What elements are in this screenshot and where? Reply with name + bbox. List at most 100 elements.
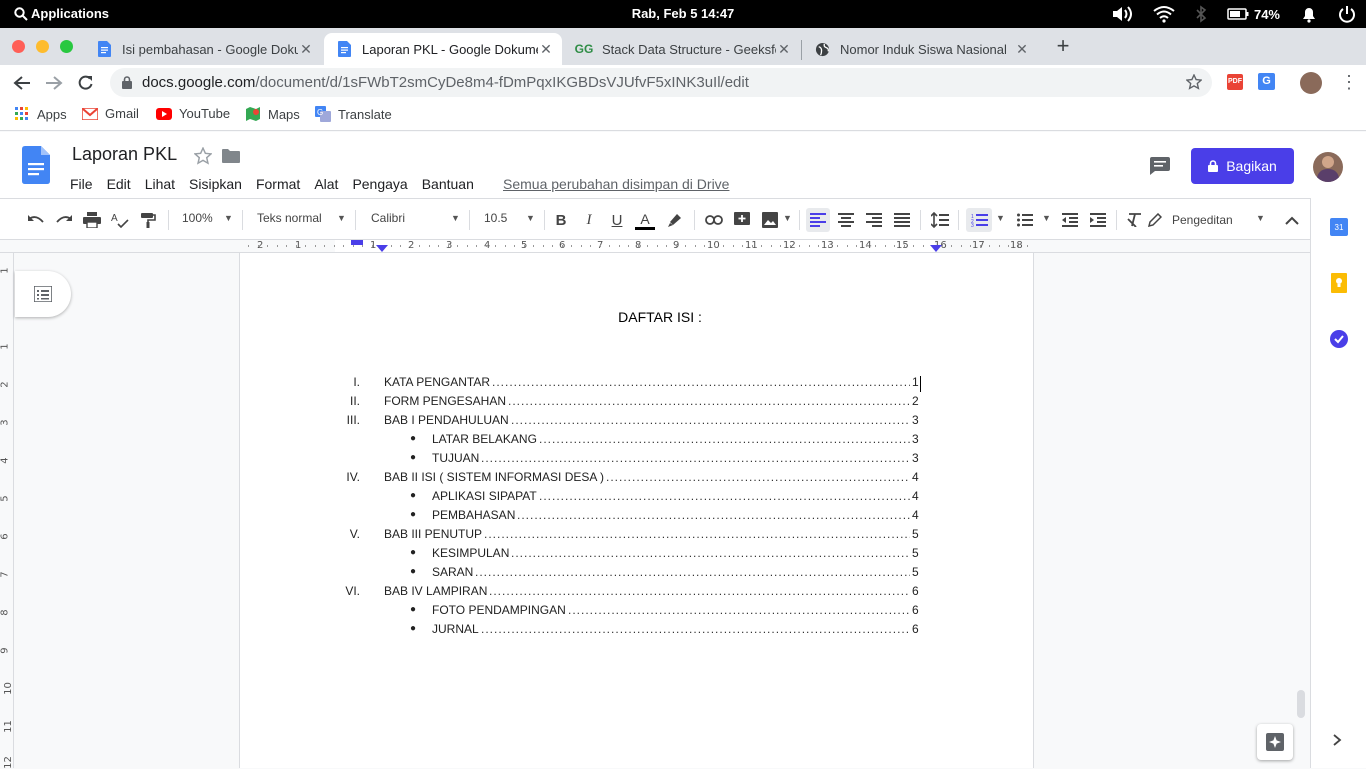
- font-size-select[interactable]: 10.5: [484, 211, 507, 225]
- align-right-button[interactable]: [862, 208, 886, 232]
- menu-tools[interactable]: Alat: [314, 176, 345, 192]
- document-page[interactable]: DAFTAR ISI : I. KATA PENGANTAR...........…: [239, 253, 1034, 768]
- spellcheck-button[interactable]: A: [108, 208, 132, 232]
- battery-indicator[interactable]: 74%: [1227, 7, 1280, 22]
- menu-view[interactable]: Lihat: [145, 176, 182, 192]
- tab-stack-data-structure[interactable]: GG Stack Data Structure - GeeksforGeeks …: [564, 33, 800, 65]
- share-button[interactable]: Bagikan: [1191, 148, 1294, 184]
- tasks-icon[interactable]: [1330, 330, 1348, 348]
- tab-nomor-induk[interactable]: Nomor Induk Siswa Nasional ✕: [802, 33, 1038, 65]
- highlight-color-button[interactable]: [663, 208, 687, 232]
- menu-addons[interactable]: Pengaya: [352, 176, 414, 192]
- close-tab-icon[interactable]: ✕: [1014, 41, 1030, 58]
- justify-button[interactable]: [890, 208, 914, 232]
- line-spacing-button[interactable]: [928, 208, 952, 232]
- toc-entry[interactable]: VI. BAB IV LAMPIRAN......................…: [240, 584, 1035, 603]
- print-button[interactable]: [80, 208, 104, 232]
- decrease-indent-button[interactable]: [1058, 208, 1082, 232]
- horizontal-ruler[interactable]: 21123456789101112131415161718: [0, 240, 1310, 253]
- lock-icon[interactable]: [122, 76, 132, 89]
- bookmark-apps[interactable]: Apps: [14, 106, 67, 122]
- toc-entry[interactable]: ● APLIKASI SIPAPAT.......................…: [240, 489, 1035, 508]
- bluetooth-icon[interactable]: [1195, 5, 1207, 23]
- zoom-select[interactable]: 100%: [182, 211, 213, 225]
- menu-file[interactable]: File: [70, 176, 100, 192]
- undo-button[interactable]: [24, 208, 48, 232]
- close-tab-icon[interactable]: ✕: [776, 41, 792, 58]
- increase-indent-button[interactable]: [1086, 208, 1110, 232]
- menu-format[interactable]: Format: [256, 176, 307, 192]
- calendar-icon[interactable]: 31: [1330, 218, 1348, 236]
- insert-link-button[interactable]: [702, 208, 726, 232]
- keep-icon[interactable]: [1331, 273, 1347, 293]
- first-line-indent-marker[interactable]: [351, 240, 363, 245]
- toc-entry[interactable]: ● KESIMPULAN.............................…: [240, 546, 1035, 565]
- close-tab-icon[interactable]: ✕: [298, 41, 314, 58]
- toc-entry[interactable]: V. BAB III PENUTUP.......................…: [240, 527, 1035, 546]
- scrollbar-thumb[interactable]: [1297, 690, 1305, 718]
- chevron-right-icon[interactable]: [1333, 734, 1342, 746]
- star-icon[interactable]: [194, 147, 212, 165]
- bookmark-gmail[interactable]: Gmail: [82, 106, 139, 121]
- bookmark-star-icon[interactable]: [1186, 74, 1202, 90]
- toc-entry[interactable]: I. KATA PENGANTAR........................…: [240, 375, 1035, 394]
- text-color-button[interactable]: A: [633, 208, 657, 232]
- google-docs-logo-icon[interactable]: [22, 146, 50, 184]
- window-maximize-button[interactable]: [60, 40, 73, 53]
- tab-laporan-pkl[interactable]: Laporan PKL - Google Dokumen ✕: [324, 33, 562, 65]
- bold-button[interactable]: B: [549, 208, 573, 232]
- font-select[interactable]: Calibri: [371, 211, 405, 225]
- extension-translate-icon[interactable]: G: [1258, 73, 1275, 90]
- menu-insert[interactable]: Sisipkan: [189, 176, 249, 192]
- numbered-list-button[interactable]: 123: [966, 208, 992, 232]
- toc-entry[interactable]: ● LATAR BELAKANG.........................…: [240, 432, 1035, 451]
- new-tab-button[interactable]: +: [1053, 35, 1073, 57]
- back-button[interactable]: [10, 71, 34, 95]
- address-bar[interactable]: docs.google.com/document/d/1sFWbT2smCyDe…: [110, 68, 1212, 97]
- browser-menu-icon[interactable]: ⋮: [1340, 72, 1358, 92]
- account-avatar[interactable]: [1313, 152, 1343, 182]
- menu-edit[interactable]: Edit: [107, 176, 138, 192]
- align-center-button[interactable]: [834, 208, 858, 232]
- comment-history-icon[interactable]: [1150, 157, 1170, 175]
- bookmark-maps[interactable]: Maps: [245, 106, 300, 122]
- volume-icon[interactable]: [1111, 5, 1133, 23]
- paragraph-style-select[interactable]: Teks normal: [257, 211, 322, 225]
- wifi-icon[interactable]: [1153, 5, 1175, 23]
- close-tab-icon[interactable]: ✕: [538, 41, 554, 58]
- vertical-ruler[interactable]: 1 1 2 3 4 5 6 7 8 9 10 11 12: [0, 253, 14, 769]
- document-title[interactable]: Laporan PKL: [72, 144, 177, 165]
- window-minimize-button[interactable]: [36, 40, 49, 53]
- window-close-button[interactable]: [12, 40, 25, 53]
- toc-entry[interactable]: III. BAB I PENDAHULUAN...................…: [240, 413, 1035, 432]
- forward-button[interactable]: [42, 71, 66, 95]
- toc-entry[interactable]: IV. BAB II ISI ( SISTEM INFORMASI DESA ).…: [240, 470, 1035, 489]
- underline-button[interactable]: U: [605, 208, 629, 232]
- toc-entry[interactable]: II. FORM PENGESAHAN......................…: [240, 394, 1035, 413]
- paint-format-button[interactable]: [136, 208, 160, 232]
- document-outline-button[interactable]: [15, 271, 71, 317]
- explore-button[interactable]: [1257, 724, 1293, 760]
- save-status-link[interactable]: Semua perubahan disimpan di Drive: [503, 176, 729, 192]
- notification-bell-icon[interactable]: [1300, 5, 1318, 23]
- bookmark-youtube[interactable]: YouTube: [156, 106, 230, 121]
- toc-entry[interactable]: ● JURNAL.................................…: [240, 622, 1035, 641]
- collapse-menu-button[interactable]: [1280, 208, 1304, 232]
- align-left-button[interactable]: [806, 208, 830, 232]
- bulleted-list-button[interactable]: [1013, 208, 1037, 232]
- extension-pdf-icon[interactable]: PDF: [1227, 74, 1243, 90]
- editing-mode-select[interactable]: Pengeditan: [1148, 208, 1268, 232]
- menu-help[interactable]: Bantuan: [422, 176, 481, 192]
- power-icon[interactable]: [1338, 5, 1356, 23]
- toc-entry[interactable]: ● FOTO PENDAMPINGAN......................…: [240, 603, 1035, 622]
- reload-button[interactable]: [74, 71, 98, 95]
- left-indent-marker[interactable]: [376, 245, 388, 252]
- toc-entry[interactable]: ● PEMBAHASAN.............................…: [240, 508, 1035, 527]
- insert-comment-button[interactable]: [730, 208, 754, 232]
- insert-image-button[interactable]: [758, 208, 782, 232]
- bookmark-translate[interactable]: G Translate: [315, 106, 392, 122]
- clear-formatting-button[interactable]: [1123, 208, 1147, 232]
- redo-button[interactable]: [52, 208, 76, 232]
- profile-avatar[interactable]: [1300, 72, 1322, 94]
- right-indent-marker[interactable]: [930, 245, 942, 252]
